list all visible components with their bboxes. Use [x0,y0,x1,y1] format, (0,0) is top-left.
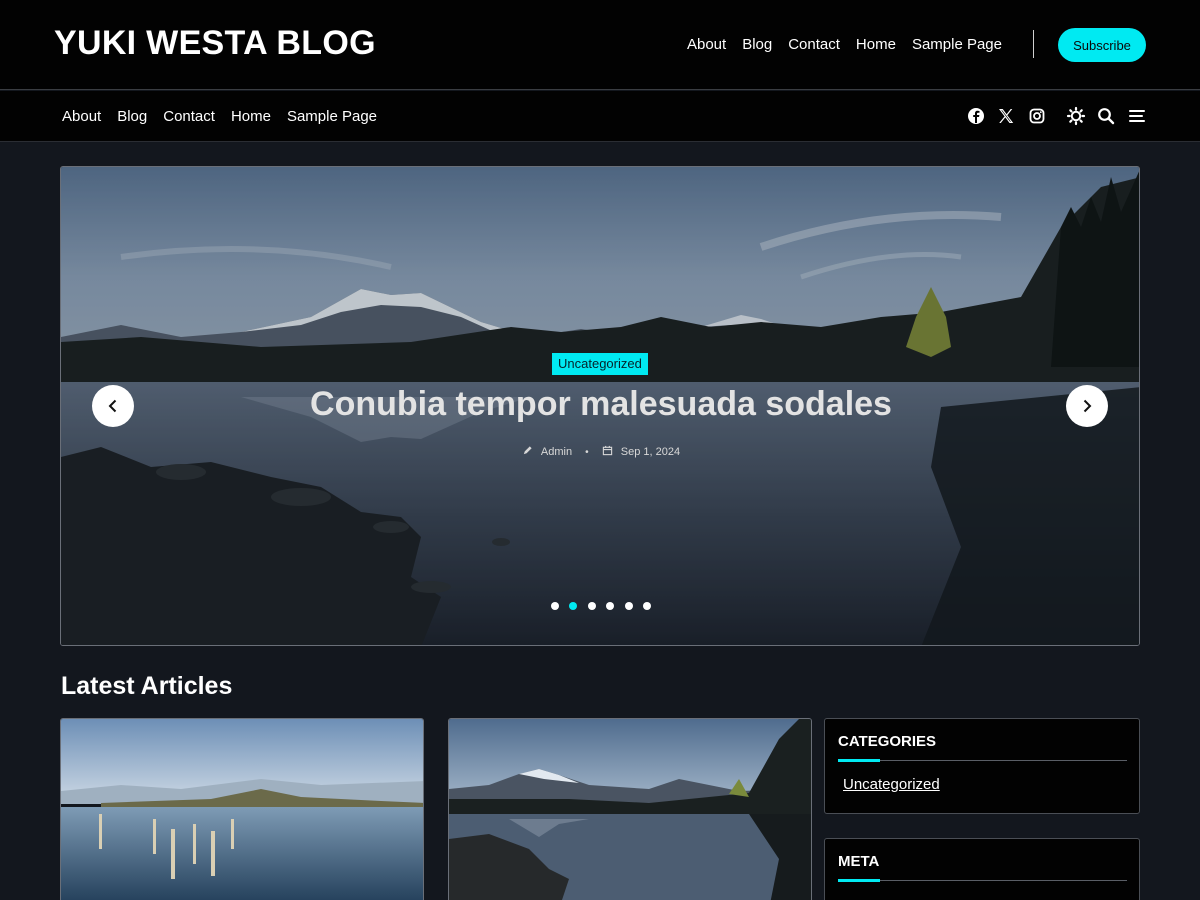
slider-dot[interactable] [624,602,633,610]
hero-slider: Uncategorized Conubia tempor malesuada s… [60,166,1140,646]
slider-dot-active[interactable] [569,602,578,610]
secondary-header: About Blog Contact Home Sample Page [0,91,1200,142]
chevron-right-icon [1083,399,1092,413]
widget-divider [838,880,1127,881]
search-icon[interactable] [1096,106,1116,126]
slider-pagination [61,597,1139,615]
x-icon[interactable] [996,106,1016,126]
facebook-icon[interactable] [966,106,986,126]
categories-widget: CATEGORIES Uncategorized [824,718,1140,814]
slider-next-button[interactable] [1066,385,1108,427]
article-card[interactable] [448,718,812,900]
social-links [966,106,1047,131]
hero-post-title[interactable]: Conubia tempor malesuada sodales [61,385,1139,424]
category-link-uncategorized[interactable]: Uncategorized [843,776,940,793]
sec-nav-item-blog[interactable]: Blog [117,108,147,125]
hero-author[interactable]: Admin [541,446,572,458]
sec-nav-item-home[interactable]: Home [231,108,271,125]
chevron-left-icon [108,399,117,413]
slider-dot[interactable] [587,602,596,610]
header-tools [1066,106,1147,131]
hero-post-meta: Admin • Sep 1, 2024 [61,445,1139,459]
slider-dot[interactable] [606,602,615,610]
article-thumbnail [61,719,423,900]
hero-category-badge[interactable]: Uncategorized [552,353,648,375]
top-header: YUKI WESTA BLOG About Blog Contact Home … [0,0,1200,90]
widget-accent-bar [838,879,880,882]
top-nav-item-contact[interactable]: Contact [788,36,840,53]
top-nav-item-blog[interactable]: Blog [742,36,772,53]
widget-accent-bar [838,759,880,762]
author-pen-icon [522,445,533,459]
top-nav-item-about[interactable]: About [687,36,726,53]
hero-date[interactable]: Sep 1, 2024 [621,446,680,458]
sec-nav-item-contact[interactable]: Contact [163,108,215,125]
latest-articles-heading: Latest Articles [61,672,233,700]
top-nav-item-sample-page[interactable]: Sample Page [912,36,1002,53]
widget-divider [838,760,1127,761]
calendar-icon [602,445,613,459]
top-nav-item-home[interactable]: Home [856,36,896,53]
header-divider [1033,30,1034,58]
meta-widget: META [824,838,1140,900]
slider-dot[interactable] [550,602,559,610]
top-nav: About Blog Contact Home Sample Page [671,36,1002,53]
instagram-icon[interactable] [1027,106,1047,126]
slider-dot[interactable] [643,602,652,610]
meta-widget-title: META [838,853,880,870]
site-title[interactable]: YUKI WESTA BLOG [54,24,376,63]
sec-nav-item-sample-page[interactable]: Sample Page [287,108,377,125]
slider-prev-button[interactable] [92,385,134,427]
theme-toggle-icon[interactable] [1066,106,1086,126]
meta-separator-dot: • [585,446,589,458]
secondary-nav: About Blog Contact Home Sample Page [62,108,393,125]
article-thumbnail [449,719,811,900]
article-card[interactable] [60,718,424,900]
subscribe-button[interactable]: Subscribe [1058,28,1146,62]
sec-nav-item-about[interactable]: About [62,108,101,125]
menu-icon[interactable] [1127,106,1147,126]
categories-widget-title: CATEGORIES [838,733,937,750]
